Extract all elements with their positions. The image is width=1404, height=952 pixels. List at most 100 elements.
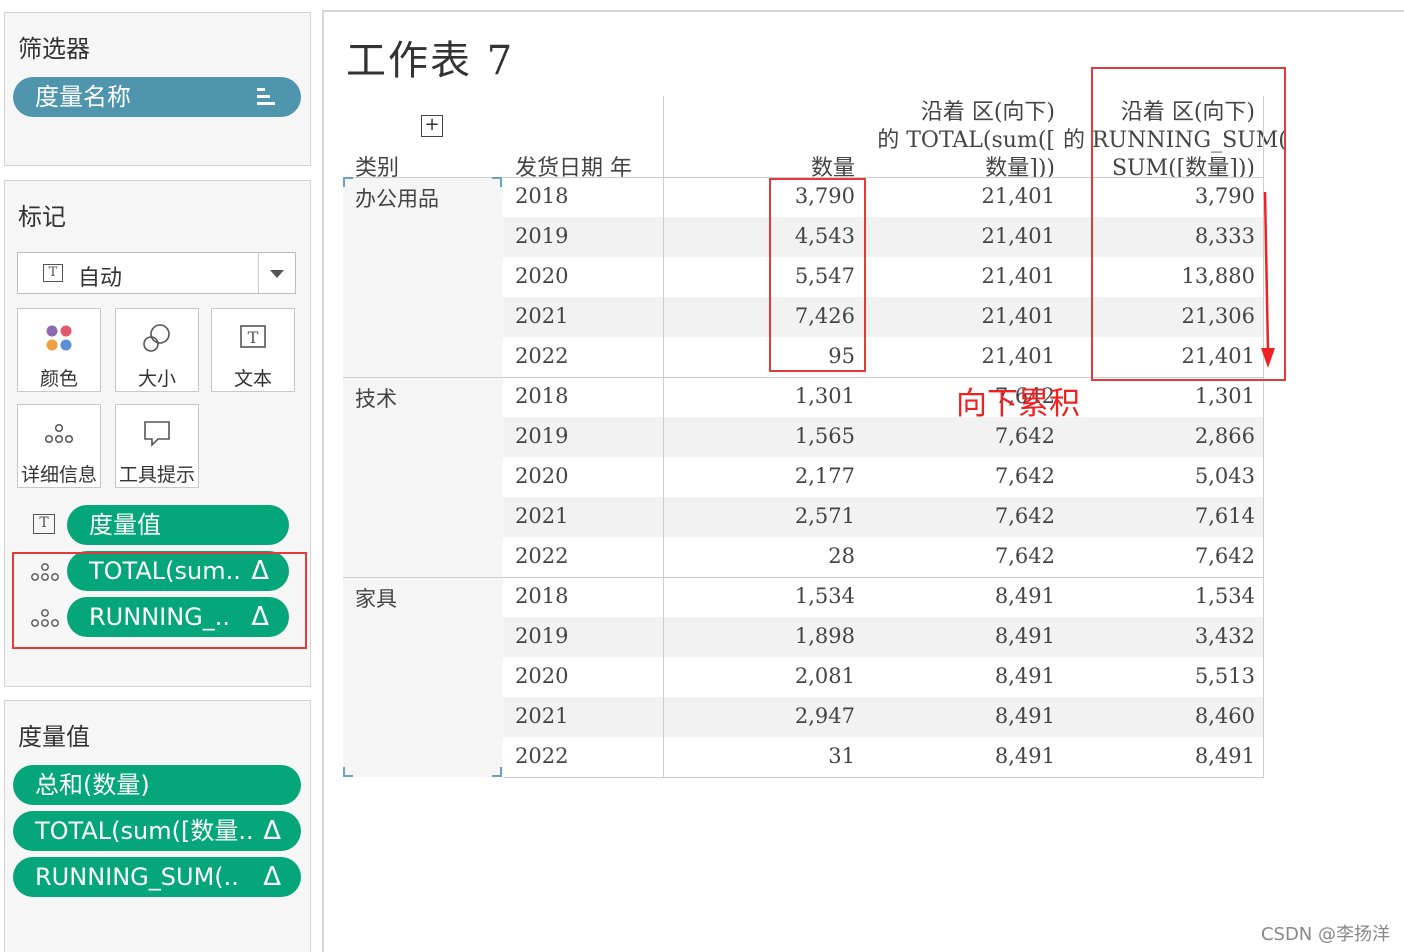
selection-corner [343,177,353,187]
tooltip-icon [116,419,198,449]
total-cell[interactable]: 7,642 [863,464,1055,488]
marks-detail-label: 详细信息 [20,464,97,486]
year-cell[interactable]: 2018 [515,584,568,608]
measure-values-field-total[interactable]: TOTAL(sum([数量.. Δ [13,811,301,851]
total-cell[interactable]: 21,401 [863,304,1055,328]
mark-type-dropdown[interactable]: T 自动 [17,252,296,294]
quantity-cell[interactable]: 2,947 [663,704,855,728]
year-cell[interactable]: 2020 [515,664,568,688]
measure-values-field-running-sum[interactable]: RUNNING_SUM(.. Δ [13,857,301,897]
running-sum-cell[interactable]: 1,534 [1063,584,1255,608]
detail-icon [18,419,100,449]
category-cell[interactable]: 家具 [355,583,397,613]
measure-values-card-title: 度量值 [18,723,90,751]
quantity-cell[interactable]: 1,898 [663,624,855,648]
year-cell[interactable]: 2020 [515,464,568,488]
running-sum-cell[interactable]: 7,614 [1063,504,1255,528]
year-cell[interactable]: 2021 [515,504,568,528]
chevron-down-icon[interactable] [270,270,284,278]
sort-icon[interactable] [257,88,275,106]
selection-corner [343,767,353,777]
marks-color-label: 颜色 [39,368,78,390]
filter-pill-measure-names[interactable]: 度量名称 [13,77,301,117]
measure-field-label: 总和(数量) [35,771,150,799]
year-cell[interactable]: 2019 [515,624,568,648]
column-divider [663,96,664,778]
quantity-cell[interactable]: 2,177 [663,464,855,488]
year-cell[interactable]: 2019 [515,224,568,248]
quantity-cell[interactable]: 1,534 [663,584,855,608]
year-cell[interactable]: 2022 [515,744,568,768]
measure-field-label: RUNNING_SUM(.. [35,863,239,891]
year-cell[interactable]: 2019 [515,424,568,448]
marks-field-measure-values[interactable]: 度量值 [67,505,289,545]
marks-tooltip-label: 工具提示 [118,464,195,486]
mark-type-label: 自动 [78,266,123,291]
quantity-cell[interactable]: 1,301 [663,384,855,408]
filter-pill-label: 度量名称 [35,83,131,111]
running-sum-cell[interactable]: 5,043 [1063,464,1255,488]
marks-field-label: 度量值 [89,511,161,539]
table-bottom-border [503,777,1263,778]
category-cell[interactable]: 技术 [355,383,397,413]
table-calc-delta-icon: Δ [263,816,281,846]
quantity-cell[interactable]: 28 [663,544,855,568]
arrow-down-icon [1261,192,1275,368]
total-cell[interactable]: 21,401 [863,184,1055,208]
quantity-cell[interactable]: 1,565 [663,424,855,448]
year-cell[interactable]: 2022 [515,344,568,368]
expand-plus-icon[interactable]: + [421,115,443,137]
year-cell[interactable]: 2018 [515,184,568,208]
filters-card-title: 筛选器 [18,35,90,63]
total-cell[interactable]: 7,642 [863,544,1055,568]
color-icon [18,323,100,353]
total-cell[interactable]: 8,491 [863,704,1055,728]
category-column-bg [343,177,503,777]
marks-size-button[interactable]: 大小 [115,308,199,392]
total-cell[interactable]: 21,401 [863,344,1055,368]
text-mark-icon: T [43,264,63,282]
dropdown-divider [258,253,259,293]
measure-values-field-sum-quantity[interactable]: 总和(数量) [13,765,301,805]
total-cell[interactable]: 21,401 [863,224,1055,248]
year-cell[interactable]: 2021 [515,704,568,728]
selection-corner [492,177,502,187]
total-cell[interactable]: 8,491 [863,624,1055,648]
marks-detail-button[interactable]: 详细信息 [17,404,101,488]
running-sum-cell[interactable]: 8,491 [1063,744,1255,768]
worksheet-title: 工作表 7 [346,38,515,84]
year-cell[interactable]: 2020 [515,264,568,288]
running-sum-cell[interactable]: 5,513 [1063,664,1255,688]
size-icon [116,323,198,353]
text-icon[interactable]: T [33,514,55,534]
selection-corner [492,767,502,777]
total-cell[interactable]: 21,401 [863,264,1055,288]
marks-text-button[interactable]: T 文本 [211,308,295,392]
running-sum-cell[interactable]: 2,866 [1063,424,1255,448]
marks-text-label: 文本 [233,368,272,390]
year-cell[interactable]: 2021 [515,304,568,328]
marks-tooltip-button[interactable]: 工具提示 [115,404,199,488]
year-cell[interactable]: 2018 [515,384,568,408]
marks-color-button[interactable]: 颜色 [17,308,101,392]
watermark: CSDN @李扬洋 [1260,924,1390,945]
text-icon: T [212,323,294,353]
svg-text:T: T [248,328,259,347]
running-sum-cell[interactable]: 1,301 [1063,384,1255,408]
year-cell[interactable]: 2022 [515,544,568,568]
total-cell[interactable]: 7,642 [863,424,1055,448]
quantity-cell[interactable]: 2,081 [663,664,855,688]
quantity-cell[interactable]: 2,571 [663,504,855,528]
running-sum-cell[interactable]: 7,642 [1063,544,1255,568]
table-calc-delta-icon: Δ [263,862,281,892]
measure-field-label: TOTAL(sum([数量.. [35,817,254,845]
running-sum-cell[interactable]: 8,460 [1063,704,1255,728]
total-cell[interactable]: 8,491 [863,744,1055,768]
total-cell[interactable]: 8,491 [863,584,1055,608]
marks-card-title: 标记 [18,203,66,231]
category-cell[interactable]: 办公用品 [355,183,439,213]
running-sum-cell[interactable]: 3,432 [1063,624,1255,648]
total-cell[interactable]: 7,642 [863,504,1055,528]
quantity-cell[interactable]: 31 [663,744,855,768]
total-cell[interactable]: 8,491 [863,664,1055,688]
